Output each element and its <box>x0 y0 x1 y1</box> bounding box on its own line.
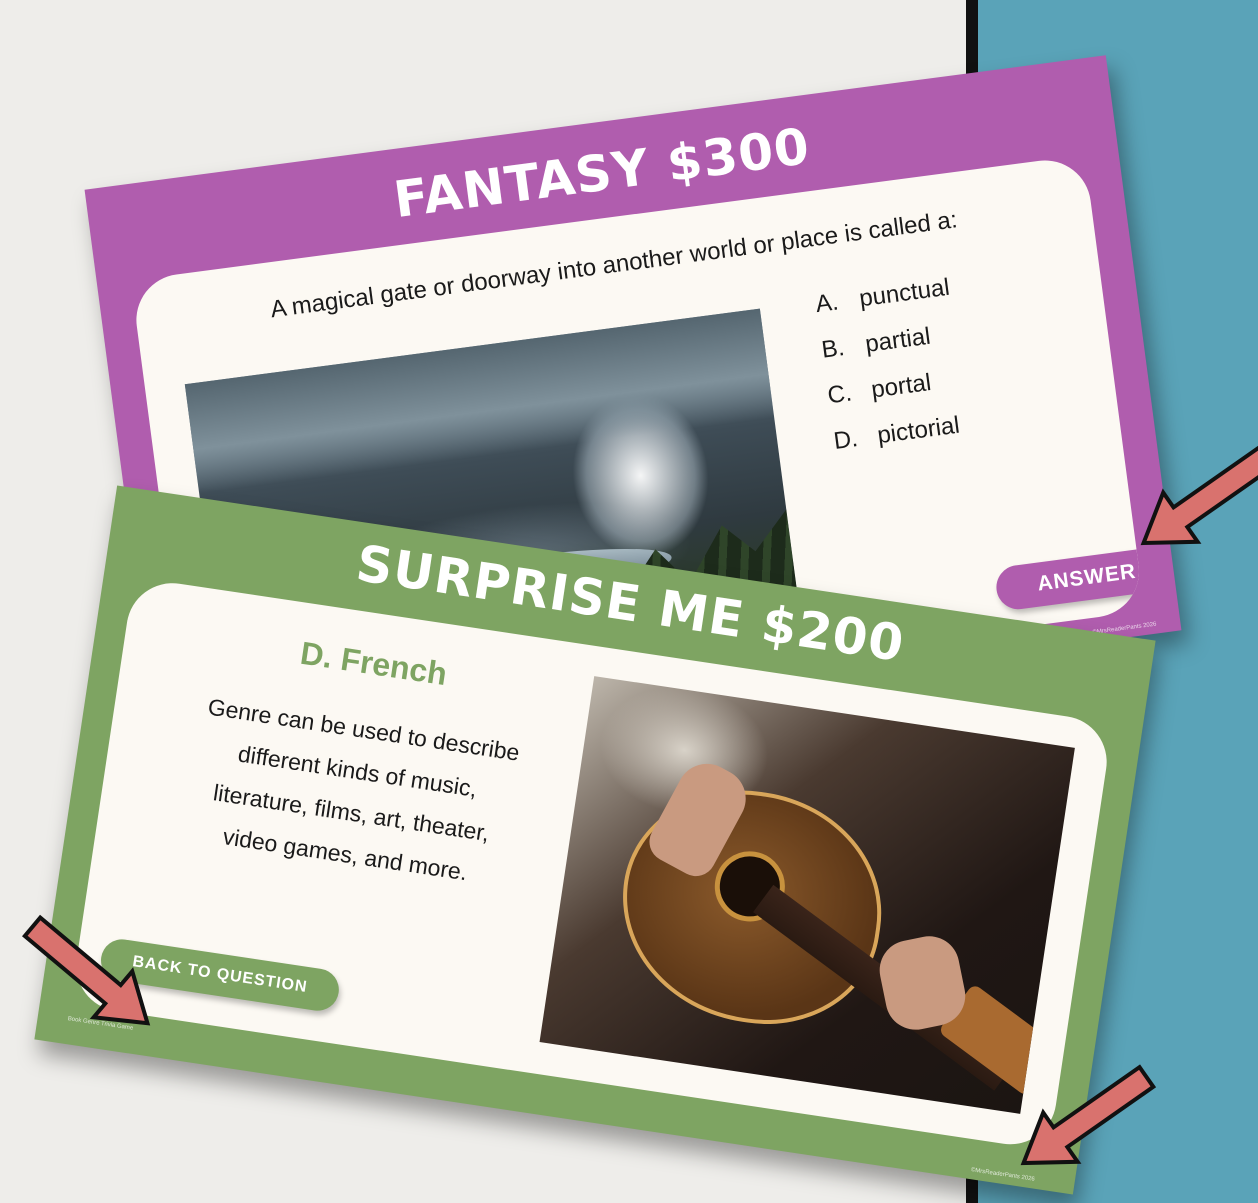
answer-options: A. punctual B. partial C. portal D. pict… <box>814 274 972 474</box>
option-b[interactable]: B. partial <box>820 319 957 364</box>
option-letter: D. <box>832 425 860 455</box>
option-text: punctual <box>857 273 952 313</box>
option-letter: C. <box>826 379 854 410</box>
option-letter: B. <box>820 333 847 364</box>
option-text: portal <box>869 368 933 404</box>
option-c[interactable]: C. portal <box>826 365 963 410</box>
option-d[interactable]: D. pictorial <box>832 411 969 456</box>
answer-explanation: Genre can be used to describe different … <box>154 681 555 903</box>
cave-ceiling <box>184 308 775 494</box>
surprise-credit: ©MrsReaderPants 2026 <box>970 1167 1036 1183</box>
answer-button[interactable]: ANSWER <box>993 544 1145 612</box>
option-a[interactable]: A. punctual <box>814 274 951 319</box>
back-to-game-board-button[interactable]: BACK TO GAME BOARD <box>773 1128 1027 1151</box>
option-letter: A. <box>814 288 841 319</box>
guitar-photo <box>539 676 1075 1114</box>
option-text: pictorial <box>875 411 962 450</box>
option-text: partial <box>863 322 933 358</box>
